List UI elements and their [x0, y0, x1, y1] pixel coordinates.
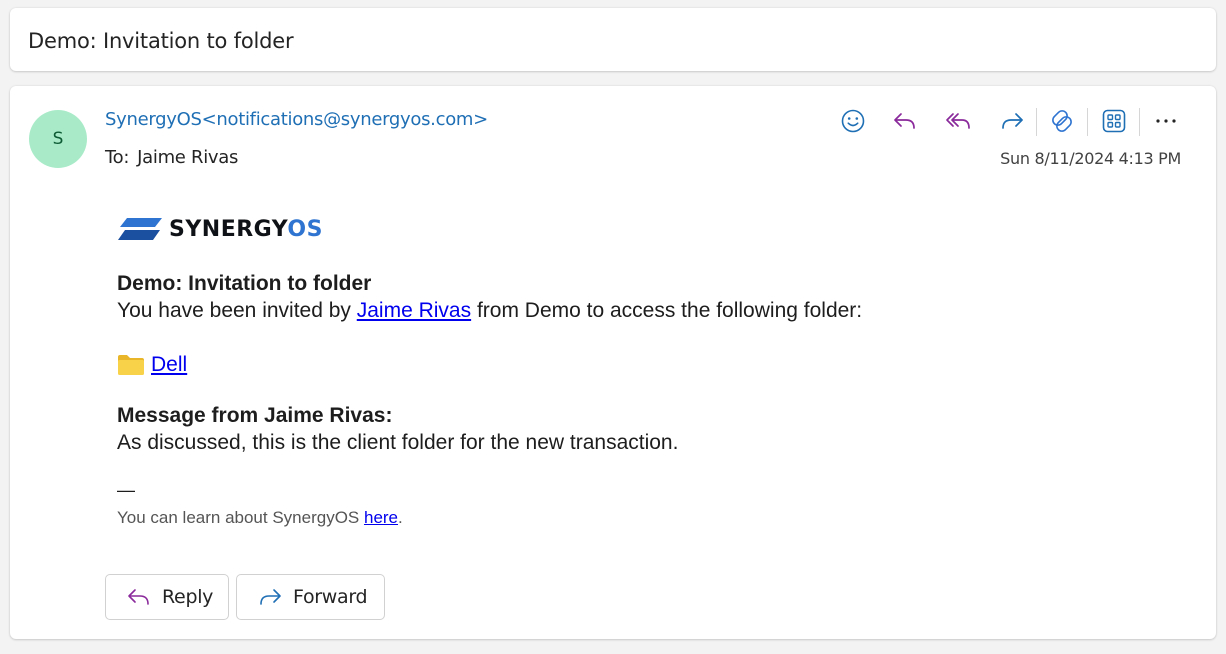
message-text: As discussed, this is the client folder … [117, 431, 679, 454]
sent-date: Sun 8/11/2024 4:13 PM [1000, 149, 1181, 168]
signature-separator: — [117, 480, 135, 500]
message-title: Message from Jaime Rivas: [117, 404, 393, 427]
to-label: To: [105, 147, 130, 168]
copilot-icon [1052, 110, 1072, 132]
emoji-button[interactable] [836, 104, 870, 138]
reply-button[interactable] [888, 104, 922, 138]
sender-name[interactable]: SynergyOS [105, 109, 202, 130]
reply-all-button[interactable] [942, 104, 976, 138]
apps-button[interactable] [1097, 104, 1131, 138]
recipient-name[interactable]: Jaime Rivas [137, 147, 238, 168]
forward-icon [257, 586, 283, 608]
reply-icon [894, 113, 915, 129]
forward-icon [1002, 113, 1023, 129]
folder-icon [117, 354, 145, 376]
learn-more-link[interactable]: here [364, 508, 398, 527]
copilot-button[interactable] [1045, 104, 1079, 138]
apps-icon [1102, 109, 1126, 133]
synergyos-logo-mark [118, 218, 162, 240]
reply-label: Reply [162, 586, 214, 608]
toolbar-separator [1087, 108, 1088, 136]
logo-wordmark: SYNERGYOS [169, 217, 323, 242]
reply-all-icon [946, 113, 970, 129]
folder-link[interactable]: Dell [151, 353, 187, 377]
forward-label: Forward [293, 586, 368, 608]
subject-title: Demo: Invitation to folder [28, 29, 294, 53]
subject-bar: Demo: Invitation to folder [10, 8, 1216, 71]
more-icon [1156, 119, 1176, 123]
learn-more-text: You can learn about SynergyOS here. [117, 508, 403, 527]
emoji-icon [841, 109, 865, 133]
avatar[interactable]: S [29, 110, 87, 168]
forward-action-button[interactable]: Forward [236, 574, 385, 620]
recipient-line: To: Jaime Rivas [105, 147, 238, 168]
folder-entry: Dell [117, 353, 187, 377]
toolbar-separator [1036, 108, 1037, 136]
reply-icon [126, 586, 152, 608]
avatar-initial: S [52, 129, 64, 149]
sender-email[interactable]: <notifications@synergyos.com> [202, 109, 489, 130]
sender[interactable]: SynergyOS<notifications@synergyos.com> [105, 109, 488, 130]
synergyos-logo: SYNERGYOS [117, 216, 337, 242]
message-card: S SynergyOS<notifications@synergyos.com>… [10, 86, 1216, 639]
more-options-button[interactable] [1149, 104, 1183, 138]
forward-button[interactable] [995, 104, 1029, 138]
message-toolbar [836, 104, 1186, 140]
body-title: Demo: Invitation to folder [117, 272, 372, 295]
reply-action-button[interactable]: Reply [105, 574, 229, 620]
inviter-link[interactable]: Jaime Rivas [357, 299, 471, 322]
invite-text: You have been invited by Jaime Rivas fro… [117, 299, 863, 322]
toolbar-separator [1139, 108, 1140, 136]
